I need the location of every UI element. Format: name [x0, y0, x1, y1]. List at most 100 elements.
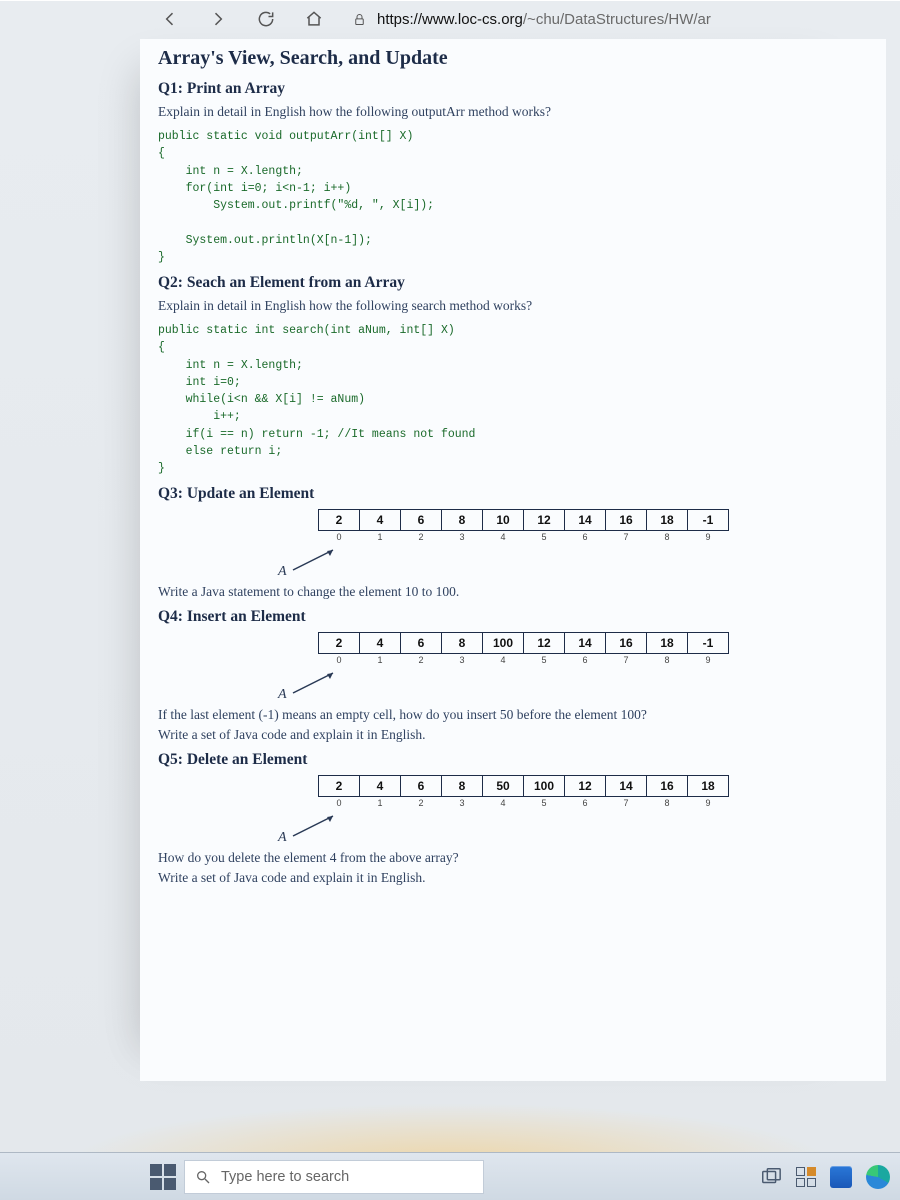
array-cell: 16	[646, 775, 688, 797]
array-index: 5	[523, 531, 565, 542]
array-index: 4	[482, 654, 524, 665]
array-cell: 18	[687, 775, 729, 797]
array-index: 6	[564, 654, 606, 665]
q3-array-label: A	[278, 564, 287, 580]
array-cell: 4	[359, 632, 401, 654]
array-index: 4	[482, 797, 524, 808]
page-content: Array's View, Search, and Update Q1: Pri…	[140, 39, 886, 1081]
q3-heading: Q3: Update an Element	[158, 485, 868, 503]
q4-heading: Q4: Insert an Element	[158, 608, 868, 626]
array-cell: 16	[605, 509, 647, 531]
array-index: 2	[400, 654, 442, 665]
array-cell: 12	[564, 775, 606, 797]
array-index: 7	[605, 797, 647, 808]
array-index: 5	[523, 797, 565, 808]
array-cell: 12	[523, 632, 565, 654]
refresh-icon[interactable]	[256, 9, 276, 29]
array-index: 3	[441, 531, 483, 542]
q1-prompt: Explain in detail in English how the fol…	[158, 104, 868, 120]
array-cell: 8	[441, 509, 483, 531]
q5-heading: Q5: Delete an Element	[158, 751, 868, 769]
arrow-icon	[287, 544, 347, 574]
array-cell: 12	[523, 509, 565, 531]
q2-prompt: Explain in detail in English how the fol…	[158, 298, 868, 314]
search-icon	[195, 1169, 211, 1185]
array-index: 6	[564, 797, 606, 808]
q5-followup-2: Write a set of Java code and explain it …	[158, 870, 868, 886]
array-index: 1	[359, 531, 401, 542]
array-cell: 6	[400, 509, 442, 531]
q3-followup: Write a Java statement to change the ele…	[158, 584, 868, 600]
array-cell: 2	[318, 632, 360, 654]
array-cell: 100	[482, 632, 524, 654]
page-title: Array's View, Search, and Update	[158, 47, 868, 70]
array-cell: 10	[482, 509, 524, 531]
array-index: 0	[318, 531, 360, 542]
q4-array-label: A	[278, 687, 287, 703]
array-index: 2	[400, 531, 442, 542]
array-cell: 6	[400, 775, 442, 797]
array-index: 0	[318, 797, 360, 808]
mail-icon[interactable]	[830, 1166, 852, 1188]
array-index: 3	[441, 797, 483, 808]
array-cell: 6	[400, 632, 442, 654]
taskbar-search[interactable]: Type here to search	[184, 1160, 484, 1194]
array-cell: 8	[441, 775, 483, 797]
back-icon[interactable]	[160, 9, 180, 29]
arrow-icon	[287, 667, 347, 697]
forward-icon[interactable]	[208, 9, 228, 29]
q5-followup-1: How do you delete the element 4 from the…	[158, 850, 868, 866]
array-index: 9	[687, 654, 729, 665]
array-index: 8	[646, 797, 688, 808]
q4-followup-2: Write a set of Java code and explain it …	[158, 727, 868, 743]
q3-array: 24681012141618-1 0123456789 A	[318, 509, 868, 580]
home-icon[interactable]	[304, 9, 324, 29]
q1-heading: Q1: Print an Array	[158, 80, 868, 98]
array-index: 4	[482, 531, 524, 542]
array-cell: 4	[359, 775, 401, 797]
url-text: https://www.loc-cs.org/~chu/DataStructur…	[377, 11, 711, 28]
array-cell: -1	[687, 509, 729, 531]
array-cell: 8	[441, 632, 483, 654]
store-icon[interactable]	[796, 1167, 816, 1187]
array-cell: 4	[359, 509, 401, 531]
array-cell: 18	[646, 509, 688, 531]
array-index: 3	[441, 654, 483, 665]
array-index: 6	[564, 531, 606, 542]
address-bar[interactable]: https://www.loc-cs.org/~chu/DataStructur…	[352, 11, 886, 28]
array-index: 1	[359, 797, 401, 808]
array-cell: 14	[564, 509, 606, 531]
array-cell: 2	[318, 775, 360, 797]
q5-array-label: A	[278, 830, 287, 846]
array-index: 2	[400, 797, 442, 808]
array-index: 5	[523, 654, 565, 665]
array-index: 7	[605, 654, 647, 665]
array-cell: 50	[482, 775, 524, 797]
q2-heading: Q2: Seach an Element from an Array	[158, 274, 868, 292]
array-index: 7	[605, 531, 647, 542]
q2-code: public static int search(int aNum, int[]…	[158, 322, 868, 477]
array-cell: 14	[564, 632, 606, 654]
array-cell: 16	[605, 632, 647, 654]
array-index: 9	[687, 797, 729, 808]
edge-icon[interactable]	[866, 1165, 890, 1189]
q4-array: 246810012141618-1 0123456789 A	[318, 632, 868, 703]
array-index: 8	[646, 531, 688, 542]
array-index: 1	[359, 654, 401, 665]
array-index: 0	[318, 654, 360, 665]
taskbar-search-placeholder: Type here to search	[221, 1169, 349, 1185]
q5-array: 24685010012141618 0123456789 A	[318, 775, 868, 846]
arrow-icon	[287, 810, 347, 840]
array-cell: 18	[646, 632, 688, 654]
task-view-icon[interactable]	[760, 1166, 782, 1188]
array-cell: -1	[687, 632, 729, 654]
start-button[interactable]	[150, 1164, 176, 1190]
q1-code: public static void outputArr(int[] X) { …	[158, 128, 868, 266]
array-index: 8	[646, 654, 688, 665]
array-cell: 14	[605, 775, 647, 797]
taskbar-tray	[760, 1165, 890, 1189]
lock-icon	[352, 12, 367, 27]
browser-toolbar: https://www.loc-cs.org/~chu/DataStructur…	[0, 1, 900, 39]
array-cell: 2	[318, 509, 360, 531]
taskbar: Type here to search	[0, 1152, 900, 1200]
